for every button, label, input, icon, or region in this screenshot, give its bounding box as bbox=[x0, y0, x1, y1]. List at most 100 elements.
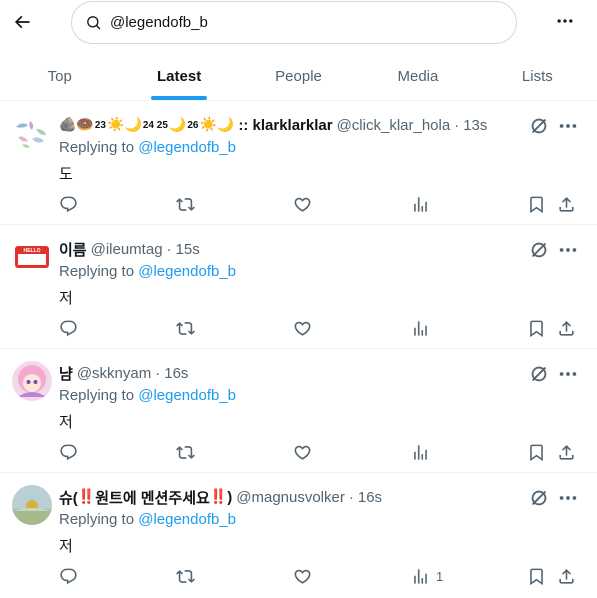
grok-icon[interactable] bbox=[528, 363, 550, 385]
reply-button[interactable] bbox=[59, 317, 78, 339]
like-button[interactable] bbox=[293, 441, 312, 463]
share-icon bbox=[559, 444, 574, 460]
views-button[interactable] bbox=[411, 441, 436, 463]
tab-media[interactable]: Media bbox=[358, 53, 477, 100]
name-superscript: 24 25 bbox=[142, 119, 168, 131]
replying-to-link[interactable]: @legendofb_b bbox=[138, 511, 236, 528]
bookmark-button[interactable] bbox=[527, 565, 546, 587]
reply-icon bbox=[60, 568, 77, 584]
replying-to: Replying to @legendofb_b bbox=[59, 263, 236, 280]
replying-to: Replying to @legendofb_b bbox=[59, 387, 236, 404]
more-options-button[interactable] bbox=[550, 6, 580, 36]
share-button[interactable] bbox=[557, 317, 576, 339]
replying-to-link[interactable]: @legendofb_b bbox=[138, 387, 236, 404]
replying-prefix: Replying to bbox=[59, 263, 135, 280]
tab-label: Lists bbox=[521, 68, 553, 85]
display-name[interactable]: :: klarklarklar bbox=[238, 117, 332, 134]
like-button[interactable] bbox=[293, 193, 312, 215]
repost-button[interactable] bbox=[176, 317, 195, 339]
avatar[interactable] bbox=[12, 361, 52, 401]
search-box[interactable] bbox=[71, 1, 517, 44]
reply-button[interactable] bbox=[59, 441, 78, 463]
separator-dot: · bbox=[454, 116, 460, 134]
sun-emoji: ☀️ bbox=[107, 117, 125, 133]
reply-button[interactable] bbox=[59, 565, 78, 587]
user-handle[interactable]: @ileumtag bbox=[91, 241, 163, 258]
heart-icon bbox=[294, 569, 311, 584]
double-exclamation-emoji: ‼️ bbox=[77, 489, 96, 505]
tweet[interactable]: HELLO 이름 @ileumtag · 15s Replying to @le… bbox=[0, 225, 597, 349]
tweet[interactable]: 냠 @skknyam · 16s Replying to @legendofb_… bbox=[0, 349, 597, 473]
tweet-actions bbox=[0, 441, 597, 463]
replying-to-link[interactable]: @legendofb_b bbox=[138, 263, 236, 280]
display-name[interactable]: 이름 bbox=[59, 239, 87, 260]
bookmark-button[interactable] bbox=[527, 441, 546, 463]
display-name-main[interactable]: 원트에 멘션주세요 bbox=[95, 487, 210, 508]
bookmark-icon bbox=[530, 196, 543, 213]
more-icon[interactable] bbox=[557, 239, 579, 261]
sun-emoji: ☀️ bbox=[199, 117, 217, 133]
timestamp[interactable]: 15s bbox=[176, 241, 200, 258]
views-chart-icon bbox=[414, 568, 427, 584]
bookmark-icon bbox=[530, 320, 543, 337]
views-count: 1 bbox=[436, 568, 444, 584]
search-tabs: Top Latest People Media Lists bbox=[0, 53, 597, 101]
separator-dot: · bbox=[155, 364, 161, 382]
bookmark-button[interactable] bbox=[527, 317, 546, 339]
tweet[interactable]: 슈( ‼️ 원트에 멘션주세요 ‼️ ) @magnusvolker · 16s… bbox=[0, 473, 597, 598]
avatar[interactable]: HELLO bbox=[12, 237, 52, 277]
timestamp[interactable]: 16s bbox=[358, 489, 382, 506]
display-name-suffix[interactable]: ) bbox=[227, 489, 232, 506]
avatar[interactable] bbox=[12, 113, 52, 153]
grok-icon[interactable] bbox=[528, 239, 550, 261]
grok-icon[interactable] bbox=[528, 115, 550, 137]
tab-label: Top bbox=[47, 68, 72, 85]
tweet-text: 저 bbox=[59, 289, 73, 307]
separator-dot: · bbox=[348, 488, 354, 506]
bookmark-icon bbox=[530, 568, 543, 585]
user-handle[interactable]: @click_klar_hola bbox=[337, 117, 451, 134]
reply-button[interactable] bbox=[59, 193, 78, 215]
bookmark-button[interactable] bbox=[527, 193, 546, 215]
back-button[interactable] bbox=[6, 6, 38, 38]
replying-to-link[interactable]: @legendofb_b bbox=[138, 139, 236, 156]
tab-latest[interactable]: Latest bbox=[119, 53, 238, 100]
avatar[interactable] bbox=[12, 485, 52, 525]
timestamp[interactable]: 13s bbox=[463, 117, 487, 134]
share-button[interactable] bbox=[557, 441, 576, 463]
more-icon[interactable] bbox=[557, 487, 579, 509]
moon-emoji: 🌙 bbox=[216, 117, 235, 133]
repost-button[interactable] bbox=[176, 441, 195, 463]
heart-icon bbox=[294, 321, 311, 336]
views-button[interactable] bbox=[411, 317, 436, 339]
more-icon[interactable] bbox=[557, 363, 579, 385]
replying-prefix: Replying to bbox=[59, 139, 135, 156]
search-input[interactable] bbox=[110, 14, 470, 31]
display-name[interactable]: 냠 bbox=[59, 363, 73, 384]
display-name-prefix[interactable]: 슈( bbox=[59, 487, 78, 508]
tweet-actions bbox=[0, 317, 597, 339]
grok-icon[interactable] bbox=[528, 487, 550, 509]
views-button[interactable]: 1 bbox=[411, 565, 443, 587]
like-button[interactable] bbox=[293, 317, 312, 339]
share-button[interactable] bbox=[557, 193, 576, 215]
tab-lists[interactable]: Lists bbox=[478, 53, 597, 100]
tweet[interactable]: 🪨🍩 23 ☀️ 🌙 24 25 🌙 26 ☀️ 🌙 :: klarklarkl… bbox=[0, 101, 597, 225]
double-exclamation-emoji: ‼️ bbox=[209, 489, 228, 505]
views-chart-icon bbox=[414, 196, 427, 212]
repost-button[interactable] bbox=[176, 193, 195, 215]
tab-top[interactable]: Top bbox=[0, 53, 119, 100]
heart-icon bbox=[294, 197, 311, 212]
tab-people[interactable]: People bbox=[239, 53, 358, 100]
views-button[interactable] bbox=[411, 193, 436, 215]
replying-to: Replying to @legendofb_b bbox=[59, 139, 236, 156]
timestamp[interactable]: 16s bbox=[164, 365, 188, 382]
share-button[interactable] bbox=[557, 565, 576, 587]
more-icon[interactable] bbox=[557, 115, 579, 137]
views-chart-icon bbox=[414, 320, 427, 336]
user-handle[interactable]: @magnusvolker bbox=[236, 489, 345, 506]
repost-button[interactable] bbox=[176, 565, 195, 587]
user-handle[interactable]: @skknyam bbox=[77, 365, 151, 382]
like-button[interactable] bbox=[293, 565, 312, 587]
replying-to: Replying to @legendofb_b bbox=[59, 511, 236, 528]
